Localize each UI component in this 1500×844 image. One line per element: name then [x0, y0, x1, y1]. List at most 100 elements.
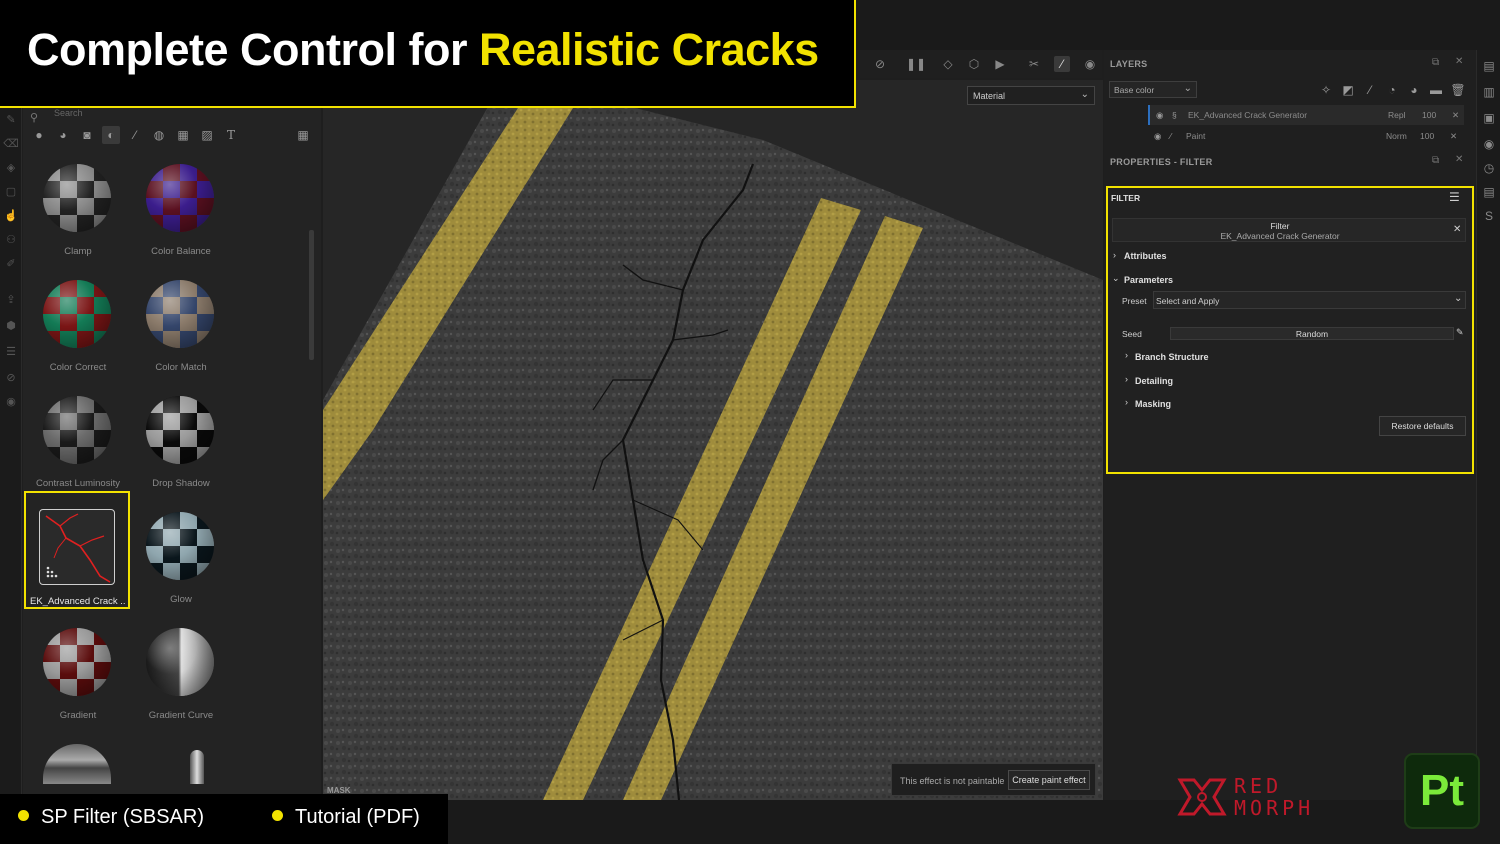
tab-alphas-icon[interactable]: ◍ [150, 126, 168, 144]
history-icon[interactable]: ◷ [1481, 160, 1497, 176]
tab-smart-masks-icon[interactable]: ◙ [78, 126, 96, 144]
create-paint-effect-button[interactable]: Create paint effect [1008, 770, 1090, 790]
filter-section-title: FILTER [1111, 193, 1141, 203]
tool-settings-icon[interactable]: ✂ [1026, 56, 1042, 72]
viewport-mode-select[interactable]: Material ⌄ [967, 86, 1095, 105]
shelf-item-clamp[interactable]: Clamp [24, 160, 124, 272]
video-icon[interactable]: ▶ [992, 56, 1008, 72]
tab-text-icon[interactable]: T [222, 126, 240, 144]
layer-opacity[interactable]: 100 [1422, 110, 1436, 120]
add-folder-icon[interactable]: ▬ [1428, 82, 1444, 98]
shelf-item-gradient-curve[interactable]: Gradient Curve [127, 624, 227, 736]
grid-view-icon[interactable]: ▦ [294, 126, 312, 144]
view-2d-icon[interactable]: ◇ [940, 56, 956, 72]
preset-select[interactable]: Select and Apply ⌄ [1153, 291, 1466, 309]
delete-icon[interactable]: 🗑 [1450, 82, 1466, 98]
add-fill-layer-icon[interactable]: ◔ [1384, 82, 1400, 98]
texture-set-settings-icon[interactable]: ▣ [1481, 110, 1497, 126]
tab-smart-materials-icon[interactable]: ◕ [54, 126, 72, 144]
search-input[interactable]: Search [54, 108, 83, 118]
remove-icon[interactable]: ✕ [1452, 110, 1459, 121]
shelf-item-gradient[interactable]: Gradient [24, 624, 124, 736]
shelf-item-color-correct[interactable]: Color Correct [24, 276, 124, 388]
shelf-item-contrast-luminosity[interactable]: Contrast Luminosity [24, 392, 124, 504]
add-smart-material-icon[interactable]: ◕ [1406, 82, 1422, 98]
3d-viewport[interactable] [323, 80, 1103, 800]
geometry-mask-icon[interactable]: ▢ [3, 184, 19, 200]
layer-blend-mode[interactable]: Norm [1386, 131, 1407, 141]
paint-brush-icon[interactable]: ⁄ [1054, 56, 1070, 72]
seed-label: Seed [1122, 329, 1142, 339]
tab-filters-icon[interactable]: ◐ [102, 126, 120, 144]
shelf-item-label: Contrast Luminosity [36, 478, 120, 489]
substance-icon[interactable]: S [1481, 208, 1497, 224]
restore-defaults-button[interactable]: Restore defaults [1379, 416, 1466, 436]
camera-icon[interactable]: ◉ [3, 394, 19, 410]
chevron-right-icon: › [1125, 350, 1128, 360]
screenshot-icon[interactable]: ◉ [1082, 56, 1098, 72]
layer-opacity[interactable]: 100 [1420, 131, 1434, 141]
channel-select[interactable]: Base color ⌄ [1109, 81, 1197, 98]
picker-tool-icon[interactable]: ✐ [3, 256, 19, 272]
color-correct-thumbnail [43, 280, 111, 348]
chevron-down-icon: ⌄ [1112, 273, 1120, 283]
preset-label: Preset [1122, 296, 1147, 306]
shelf-item-glow[interactable]: Glow [127, 508, 227, 620]
close-icon[interactable]: ✕ [1453, 224, 1461, 235]
paint-tool-icon[interactable]: ✎ [3, 112, 19, 128]
edit-pencil-icon[interactable]: ✎ [1456, 327, 1464, 338]
tab-environments-icon[interactable]: ▨ [198, 126, 216, 144]
view-3d-icon[interactable]: ⬡ [966, 56, 982, 72]
texture-icon[interactable]: ⊘ [3, 370, 19, 386]
visibility-eye-icon[interactable]: ◉ [1154, 131, 1161, 142]
close-icon[interactable]: ✕ [1455, 56, 1463, 67]
eraser-tool-icon[interactable]: ⌫ [3, 136, 19, 152]
partial-thumbnail[interactable] [190, 750, 204, 784]
shelf-item-drop-shadow[interactable]: Drop Shadow [127, 392, 227, 504]
layer-row-paint[interactable]: ◉ ⁄ Paint Norm 100 ✕ [1148, 126, 1464, 146]
shelf-item-ek-advanced-crack[interactable]: EK_Advanced Crack ... [24, 491, 130, 609]
add-paint-layer-icon[interactable]: ⁄ [1362, 82, 1378, 98]
add-mask-icon[interactable]: ◩ [1340, 82, 1356, 98]
visibility-eye-icon[interactable]: ◉ [1156, 110, 1163, 121]
tab-brushes-icon[interactable]: ⁄ [126, 126, 144, 144]
log-icon[interactable]: ▤ [1481, 184, 1497, 200]
shelf-search[interactable]: ⚲ Search [30, 108, 314, 124]
masking-group[interactable]: Masking [1135, 399, 1171, 409]
polyfill-icon[interactable]: ⬢ [3, 318, 19, 334]
display-settings-icon[interactable]: ◉ [1481, 136, 1497, 152]
tab-materials-icon[interactable]: ● [30, 126, 48, 144]
layers-icon[interactable]: ▤ [1481, 58, 1497, 74]
bake-disabled-icon[interactable]: ⊘ [872, 56, 888, 72]
layer-blend-mode[interactable]: Repl [1388, 110, 1405, 120]
shelf-item-label: Drop Shadow [152, 478, 210, 489]
undock-icon[interactable]: ⧉ [1432, 57, 1439, 68]
add-effect-icon[interactable]: ✧ [1318, 82, 1334, 98]
branch-structure-group[interactable]: Branch Structure [1135, 352, 1209, 362]
smudge-tool-icon[interactable]: ☝ [3, 208, 19, 224]
pause-icon[interactable]: ❚❚ [906, 56, 926, 72]
bake-icon[interactable]: ⇪ [3, 292, 19, 308]
clone-tool-icon[interactable]: ⚇ [3, 232, 19, 248]
remove-icon[interactable]: ✕ [1450, 131, 1457, 142]
shelf-item-color-match[interactable]: Color Match [127, 276, 227, 388]
undock-icon[interactable]: ⧉ [1432, 155, 1439, 166]
tab-grunges-icon[interactable]: ▦ [174, 126, 192, 144]
title-highlight: Realistic Cracks [478, 24, 819, 75]
projection-tool-icon[interactable]: ◈ [3, 160, 19, 176]
brand-line-1: RED [1234, 774, 1283, 798]
shelf-item-color-balance[interactable]: Color Balance [127, 160, 227, 272]
shelf-scrollbar[interactable] [309, 230, 314, 360]
layer-row-crack-generator[interactable]: ◉ § EK_Advanced Crack Generator Repl 100… [1148, 105, 1464, 125]
texture-set-list-icon[interactable]: ▥ [1481, 84, 1497, 100]
feature-item-filter: SP Filter (SBSAR) [18, 806, 204, 829]
attributes-group[interactable]: Attributes [1124, 251, 1167, 261]
detailing-group[interactable]: Detailing [1135, 376, 1173, 386]
stack-icon[interactable]: ☰ [3, 344, 19, 360]
shelf-tabs: ● ◕ ◙ ◐ ⁄ ◍ ▦ ▨ T ▦ [30, 126, 314, 144]
menu-icon[interactable]: ☰ [1449, 190, 1460, 204]
close-icon[interactable]: ✕ [1455, 154, 1463, 165]
parameters-group[interactable]: Parameters [1124, 275, 1173, 285]
filter-resource[interactable]: Filter EK_Advanced Crack Generator ✕ [1112, 218, 1466, 242]
seed-random-button[interactable]: Random [1170, 327, 1454, 340]
